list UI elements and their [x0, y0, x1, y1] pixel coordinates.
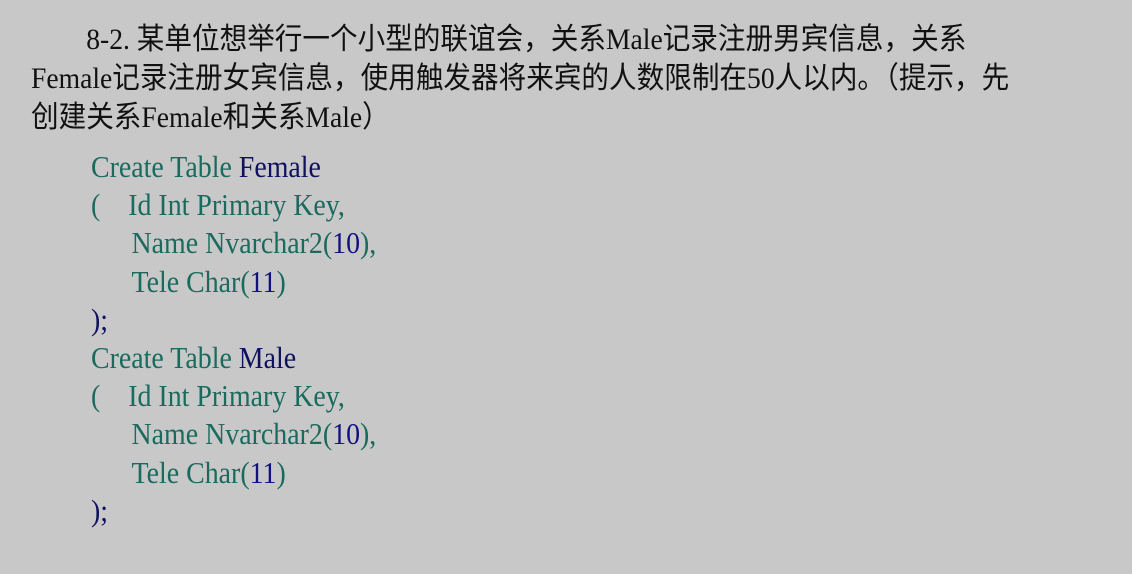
code-line-male-col1: ( Id Int Primary Key,: [91, 377, 376, 415]
code-line-female-col2: Name Nvarchar2(10),: [91, 224, 377, 262]
column-tele-end: ): [276, 454, 286, 490]
code-line-male-close: );: [91, 492, 109, 528]
column-name-length: 10: [332, 225, 361, 261]
open-paren: (: [91, 187, 101, 223]
column-tele-length: 11: [249, 454, 277, 490]
code-line-female-col3: Tele Char(11): [91, 263, 376, 301]
problem-statement: 8-2. 某单位想举行一个小型的联谊会，关系Male记录注册男宾信息，关系 Fe…: [31, 20, 1015, 137]
column-tele-length: 11: [249, 263, 277, 299]
column-name: Name Nvarchar2(: [131, 225, 333, 261]
column-tele: Tele Char(: [131, 454, 250, 490]
code-line-create-male: Create Table Male: [91, 339, 376, 377]
code-line-create-female: Create Table Female: [91, 148, 376, 186]
code-line-female-col1: ( Id Int Primary Key,: [91, 186, 376, 224]
column-name: Name Nvarchar2(: [131, 416, 333, 452]
problem-line-1: 8-2. 某单位想举行一个小型的联谊会，关系Male记录注册男宾信息，关系: [86, 23, 967, 56]
table-name-female: Female: [238, 149, 321, 184]
column-name-end: ),: [360, 416, 377, 452]
column-id: Id Int Primary Key,: [128, 187, 345, 223]
column-tele: Tele Char(: [131, 263, 250, 299]
open-paren: (: [91, 378, 101, 414]
slide: 8-2. 某单位想举行一个小型的联谊会，关系Male记录注册男宾信息，关系 Fe…: [0, 0, 1132, 574]
sql-code-block: Create Table Female ( Id Int Primary Key…: [91, 148, 376, 530]
column-name-length: 10: [332, 416, 361, 452]
problem-line-2: Female记录注册女宾信息，使用触发器将来宾的人数限制在50人以内。（提示，先: [31, 62, 1010, 95]
create-table-keyword: Create Table: [91, 340, 232, 376]
problem-line-3: 创建关系Female和关系Male）: [31, 101, 390, 134]
column-id: Id Int Primary Key,: [128, 378, 345, 414]
column-name-end: ),: [360, 225, 377, 261]
table-name-male: Male: [238, 340, 297, 376]
code-line-male-col3: Tele Char(11): [91, 454, 376, 492]
create-table-keyword: Create Table: [91, 149, 232, 184]
code-line-male-col2: Name Nvarchar2(10),: [91, 415, 377, 453]
code-line-female-close: );: [91, 301, 109, 337]
column-tele-end: ): [276, 263, 286, 299]
